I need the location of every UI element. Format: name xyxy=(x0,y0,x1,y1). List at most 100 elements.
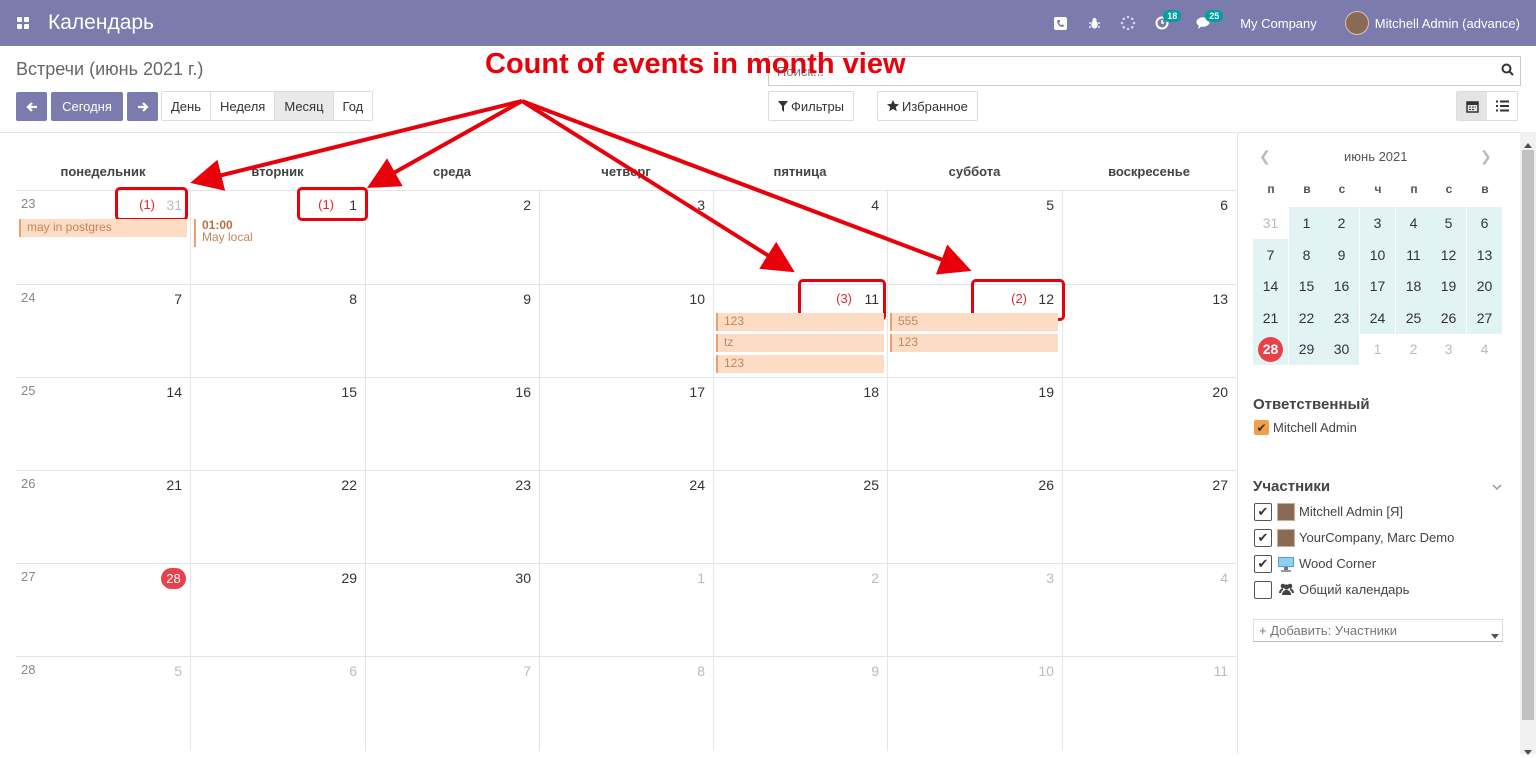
day-cell[interactable]: 8 xyxy=(539,657,713,751)
calendar-view-button[interactable] xyxy=(1457,92,1487,120)
mini-day[interactable]: 26 xyxy=(1431,301,1466,334)
event-item[interactable]: 555 xyxy=(890,313,1058,331)
day-cell[interactable]: 4 xyxy=(1062,564,1236,658)
day-cell[interactable]: 9 xyxy=(365,285,539,379)
mini-day[interactable]: 22 xyxy=(1289,301,1324,334)
mini-day[interactable]: 24 xyxy=(1360,301,1395,334)
mini-day[interactable]: 3 xyxy=(1431,333,1466,365)
day-cell[interactable]: 24 7 xyxy=(16,285,190,379)
mini-day[interactable]: 25 xyxy=(1396,301,1431,334)
scale-month-button[interactable]: Месяц xyxy=(275,92,334,120)
event-may-local[interactable]: 01:00 May local xyxy=(194,219,253,247)
mini-day[interactable]: 19 xyxy=(1431,270,1466,302)
mini-day[interactable]: 9 xyxy=(1324,238,1359,271)
day-cell[interactable]: 11 xyxy=(1062,657,1236,751)
mini-day[interactable]: 20 xyxy=(1467,270,1502,302)
mini-day[interactable]: 14 xyxy=(1253,270,1288,302)
filters-button[interactable]: Фильтры xyxy=(768,91,855,121)
day-cell[interactable]: 3 xyxy=(887,564,1062,658)
scroll-down-icon[interactable] xyxy=(1524,743,1532,758)
day-cell[interactable]: 24 xyxy=(539,471,713,565)
day-cell[interactable]: 9 xyxy=(713,657,887,751)
mini-day[interactable]: 8 xyxy=(1289,238,1324,271)
scale-day-button[interactable]: День xyxy=(162,92,211,120)
day-cell[interactable]: 25 14 xyxy=(16,378,190,472)
day-cell[interactable]: 23 xyxy=(365,471,539,565)
mini-day[interactable]: 1 xyxy=(1360,333,1395,365)
responsible-checkbox[interactable]: ✔ xyxy=(1254,420,1269,435)
attendee-checkbox-wood[interactable]: ✔ xyxy=(1254,555,1272,573)
attendee-checkbox-marc[interactable]: ✔ xyxy=(1254,529,1272,547)
day-cell[interactable]: 4 xyxy=(713,191,887,285)
event-item[interactable]: 123 xyxy=(716,355,884,373)
event-item[interactable]: tz xyxy=(716,334,884,352)
day-cell[interactable]: 17 xyxy=(539,378,713,472)
day-cell[interactable]: 30 xyxy=(365,564,539,658)
mini-day[interactable]: 23 xyxy=(1324,301,1359,334)
mini-day[interactable]: 2 xyxy=(1396,333,1431,365)
attendee-checkbox-all[interactable] xyxy=(1254,581,1272,599)
scrollbar[interactable] xyxy=(1520,132,1536,755)
messages-icon[interactable]: 25 xyxy=(1194,10,1224,33)
day-cell[interactable]: 2 xyxy=(713,564,887,658)
day-cell[interactable]: 27 28 xyxy=(16,564,190,658)
mini-day-today[interactable]: 28 xyxy=(1253,333,1288,365)
mini-day[interactable]: 13 xyxy=(1467,238,1502,271)
mini-day[interactable]: 6 xyxy=(1467,207,1502,239)
prev-button[interactable] xyxy=(16,92,47,121)
mini-day[interactable]: 2 xyxy=(1324,207,1359,239)
day-cell[interactable]: 2 xyxy=(365,191,539,285)
mini-day[interactable]: 18 xyxy=(1396,270,1431,302)
mini-day[interactable]: 4 xyxy=(1467,333,1502,365)
collapse-chevron-icon[interactable] xyxy=(1492,480,1502,494)
scrollbar-thumb[interactable] xyxy=(1522,150,1534,720)
next-button[interactable] xyxy=(127,92,158,121)
add-attendee-select[interactable]: + Добавить: Участники xyxy=(1253,619,1503,642)
day-cell[interactable]: 7 xyxy=(365,657,539,751)
attendee-checkbox-mitchell[interactable]: ✔ xyxy=(1254,503,1272,521)
day-cell[interactable]: 3 xyxy=(539,191,713,285)
scroll-up-icon[interactable] xyxy=(1524,136,1532,151)
event-may-in-postgres[interactable]: may in postgres xyxy=(19,219,187,237)
phone-icon[interactable] xyxy=(1050,13,1070,33)
day-cell[interactable]: 1 xyxy=(539,564,713,658)
day-cell[interactable]: 20 xyxy=(1062,378,1236,472)
day-cell[interactable]: 26 xyxy=(887,471,1062,565)
mini-day[interactable]: 12 xyxy=(1431,238,1466,271)
today-button[interactable]: Сегодня xyxy=(51,92,123,121)
search-icon[interactable] xyxy=(1501,63,1514,79)
day-cell[interactable]: 22 xyxy=(190,471,365,565)
mini-day[interactable]: 5 xyxy=(1431,207,1466,239)
day-cell[interactable]: 5 xyxy=(887,191,1062,285)
mini-day[interactable]: 11 xyxy=(1396,238,1431,271)
mini-day[interactable]: 29 xyxy=(1289,333,1324,365)
mini-next-icon[interactable]: ❯ xyxy=(1480,148,1492,165)
day-cell[interactable]: 8 xyxy=(190,285,365,379)
day-cell[interactable]: 10 xyxy=(539,285,713,379)
mini-day[interactable]: 10 xyxy=(1360,238,1395,271)
day-cell[interactable]: 16 xyxy=(365,378,539,472)
day-cell[interactable]: 15 xyxy=(190,378,365,472)
favorites-button[interactable]: Избранное xyxy=(877,91,978,121)
scale-week-button[interactable]: Неделя xyxy=(211,92,276,120)
activities-clock-icon[interactable]: 18 xyxy=(1152,10,1182,33)
day-cell[interactable]: 10 xyxy=(887,657,1062,751)
list-view-button[interactable] xyxy=(1487,92,1517,120)
day-cell[interactable]: 13 xyxy=(1062,285,1236,379)
mini-day[interactable]: 31 xyxy=(1253,207,1288,239)
day-cell[interactable]: 29 xyxy=(190,564,365,658)
day-cell[interactable]: 28 5 xyxy=(16,657,190,751)
mini-day[interactable]: 3 xyxy=(1360,207,1395,239)
day-cell[interactable]: 6 xyxy=(1062,191,1236,285)
day-cell[interactable]: 25 xyxy=(713,471,887,565)
mini-day[interactable]: 27 xyxy=(1467,301,1502,334)
bug-icon[interactable] xyxy=(1084,13,1104,33)
mini-day[interactable]: 4 xyxy=(1396,207,1431,239)
day-cell[interactable]: 26 21 xyxy=(16,471,190,565)
day-cell[interactable]: 6 xyxy=(190,657,365,751)
app-title[interactable]: Календарь xyxy=(48,11,154,35)
mini-day[interactable]: 16 xyxy=(1324,270,1359,302)
apps-menu-icon[interactable] xyxy=(0,0,46,46)
event-item[interactable]: 123 xyxy=(716,313,884,331)
mini-prev-icon[interactable]: ❮ xyxy=(1259,148,1271,165)
